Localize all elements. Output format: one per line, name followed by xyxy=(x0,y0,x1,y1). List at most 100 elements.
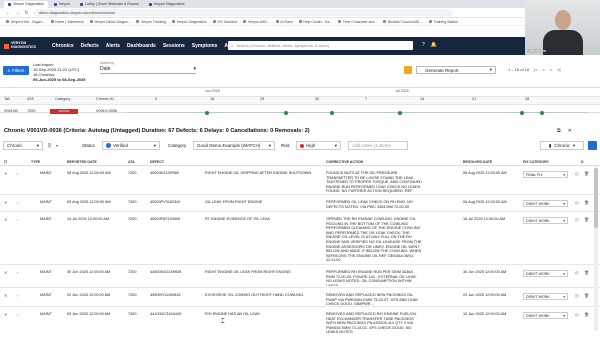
expand-icon[interactable]: › xyxy=(17,293,18,298)
risk-select[interactable]: High ▾ xyxy=(296,141,341,150)
nav-symptoms[interactable]: Symptoms xyxy=(192,43,218,49)
sorted-by-select[interactable]: Sorted by Date ▾ xyxy=(100,61,196,74)
chevron-down-icon: ▾ xyxy=(563,218,565,223)
event-marker[interactable] xyxy=(398,110,402,115)
expand-icon[interactable]: › xyxy=(17,217,18,222)
expand-icon[interactable]: › xyxy=(17,270,18,275)
chevron-down-icon: ▾ xyxy=(193,66,196,72)
bookmark[interactable]: Time Consumer and... xyxy=(338,20,377,24)
bookmark[interactable]: Veryon ASD... xyxy=(243,20,270,24)
browser-tab[interactable]: Veryon Diagnostics xyxy=(4,0,48,8)
clock-icon[interactable]: ◷ xyxy=(575,200,579,205)
notifications-icon[interactable]: 🔔 xyxy=(431,42,437,48)
remove-icon[interactable]: ✕ xyxy=(4,293,7,298)
nav-chronics[interactable]: Chronics xyxy=(52,43,74,49)
close-icon[interactable]: ✕ xyxy=(568,128,572,134)
bookmark[interactable]: VIS Sandbox xyxy=(212,20,237,24)
open-external-icon[interactable]: ⧉ xyxy=(557,128,561,134)
nav-defects[interactable]: Defects xyxy=(81,43,99,49)
fix-category-select[interactable]: DIDN'T WORK ▾ xyxy=(523,217,568,224)
fix-category-select[interactable]: FINAL FIX ▾ xyxy=(523,171,568,178)
prev-page-icon[interactable]: < xyxy=(543,67,545,72)
expand-icon[interactable]: › xyxy=(17,200,18,205)
remove-icon[interactable]: ✕ xyxy=(4,312,7,317)
help-icon[interactable]: ? xyxy=(422,42,425,48)
category-select[interactable]: Good Demo Example (WATCH) ▾ xyxy=(193,141,275,150)
bookmark-icon xyxy=(136,20,140,23)
table-row[interactable]: ✕ › MAINT 08 Aug 2025 12:00:00 AM 7200 4… xyxy=(0,167,600,195)
clock-icon[interactable]: ◷ xyxy=(575,270,579,275)
table-row[interactable]: ✕ › MAINT 20 Jun 2025 12:00:00 AM 7300 4… xyxy=(0,289,600,307)
nav-alerts[interactable]: Alerts xyxy=(106,43,120,49)
remove-icon[interactable]: ✕ xyxy=(4,270,7,275)
bookmark[interactable]: Veryon Tracking xyxy=(136,20,166,24)
global-search-input[interactable]: ⌕ Search (Chronic, defects, alerts, symp… xyxy=(228,41,413,50)
table-row[interactable]: ✕ › MAINT 30 Jun 2025 12:00:00 AM 7200 4… xyxy=(0,266,600,288)
last-page-icon[interactable]: >| xyxy=(557,67,560,72)
remove-icon[interactable]: ✕ xyxy=(4,217,7,222)
table-scrollbar-thumb[interactable] xyxy=(594,168,598,228)
browser-tab[interactable]: Veryon Diagnostics xyxy=(145,1,189,8)
bookmark[interactable]: Veryon Hub - Organ... xyxy=(6,20,45,24)
person-head xyxy=(555,10,571,30)
comment-button[interactable] xyxy=(588,141,597,150)
forward-icon[interactable]: → xyxy=(15,10,20,16)
remove-icon[interactable]: ✕ xyxy=(4,200,7,205)
bookmark[interactable]: Home | Salesforce xyxy=(50,20,84,24)
reload-icon[interactable]: ↻ xyxy=(24,10,29,16)
fix-category-select[interactable]: DIDN'T WORK ▾ xyxy=(523,270,568,277)
chronic-select[interactable]: Chronic ▾ xyxy=(3,141,43,150)
bookmark[interactable]: Veryon Diagnostics xyxy=(172,20,207,24)
fix-category-select[interactable]: DIDN'T WORK ▾ xyxy=(523,200,568,207)
url-input[interactable]: demo-diagnostics.veryon.com/demo/chronic… xyxy=(33,9,453,16)
status-select[interactable]: Verified ▾ xyxy=(102,141,160,150)
filters-button[interactable]: ≡ Filters xyxy=(3,66,29,75)
chronic-panel-icons: ⧉ ✕ xyxy=(557,128,572,134)
header-icons: ? 🔔 xyxy=(422,42,437,48)
event-marker[interactable] xyxy=(540,110,544,115)
generate-report-select[interactable]: Generate Report ▾ xyxy=(416,66,496,74)
event-marker[interactable] xyxy=(330,110,334,115)
delete-icon[interactable]: 🗑 xyxy=(584,171,589,176)
fix-category-select[interactable]: DIDN'T WORK ▾ xyxy=(523,293,568,300)
table-row[interactable]: ✕ › MAINT 09 Jun 2025 12:00:00 AM 7300 4… xyxy=(0,308,600,336)
select-all-checkbox[interactable]: ☐ xyxy=(4,160,7,164)
delete-icon[interactable]: 🗑 xyxy=(584,217,589,222)
browser-tab-bar: Veryon Diagnostics Veryon Lobby | Zoom W… xyxy=(0,0,600,8)
expand-icon[interactable]: › xyxy=(17,312,18,317)
bookmark[interactable]: Veryon Demo Diagno... xyxy=(89,20,130,24)
delete-icon[interactable]: 🗑 xyxy=(584,200,589,205)
table-row[interactable]: ✕ › MAINT 05 Aug 2025 12:00:00 AM 7300 4… xyxy=(0,196,600,212)
nav-sessions[interactable]: Sessions xyxy=(163,43,185,49)
notes-input[interactable]: Add notes (1 items) xyxy=(348,141,408,150)
fix-category-select[interactable]: DIDN'T WORK ▾ xyxy=(523,312,568,319)
veryon-logo[interactable]: VERYON DIAGNOSTICS xyxy=(4,41,42,51)
bookmark[interactable]: AI Race xyxy=(275,20,293,24)
nav-dashboards[interactable]: Dashboards xyxy=(127,43,156,49)
delete-icon[interactable]: 🗑 xyxy=(584,312,589,317)
expand-icon[interactable]: › xyxy=(17,171,18,176)
clock-icon[interactable]: ◷ xyxy=(575,171,579,176)
copy-icon[interactable]: ⎘ xyxy=(48,143,51,148)
browser-tab[interactable]: Lobby | Zoom Webinars & Rooms xyxy=(76,1,143,8)
first-page-icon[interactable]: |< xyxy=(534,67,537,72)
bookmark[interactable]: Training Station xyxy=(429,20,458,24)
event-marker[interactable] xyxy=(284,110,288,115)
table-row[interactable]: ✕ › MAINT 14 Jul 2025 12:00:00 AM 7200 4… xyxy=(0,213,600,265)
clock-icon[interactable]: ◷ xyxy=(575,293,579,298)
event-marker[interactable] xyxy=(205,110,209,115)
remove-icon[interactable]: ✕ xyxy=(4,171,7,176)
chevron-down-icon[interactable]: ▾ xyxy=(56,143,58,148)
delete-icon[interactable]: 🗑 xyxy=(584,270,589,275)
event-marker[interactable] xyxy=(520,110,524,115)
calendar-icon[interactable] xyxy=(404,66,412,74)
chronic-menu-button[interactable]: ▮ Chronic ▾ xyxy=(540,141,584,150)
clock-icon[interactable]: ◷ xyxy=(575,217,579,222)
bookmark[interactable]: Help Center - Sa... xyxy=(298,20,332,24)
browser-tab[interactable]: Veryon xyxy=(50,1,74,8)
bookmark[interactable]: Rentals Chronic/ASL... xyxy=(383,20,423,24)
back-icon[interactable]: ← xyxy=(6,10,11,16)
delete-icon[interactable]: 🗑 xyxy=(584,293,589,298)
clock-icon[interactable]: ◷ xyxy=(575,312,579,317)
next-page-icon[interactable]: > xyxy=(550,67,552,72)
